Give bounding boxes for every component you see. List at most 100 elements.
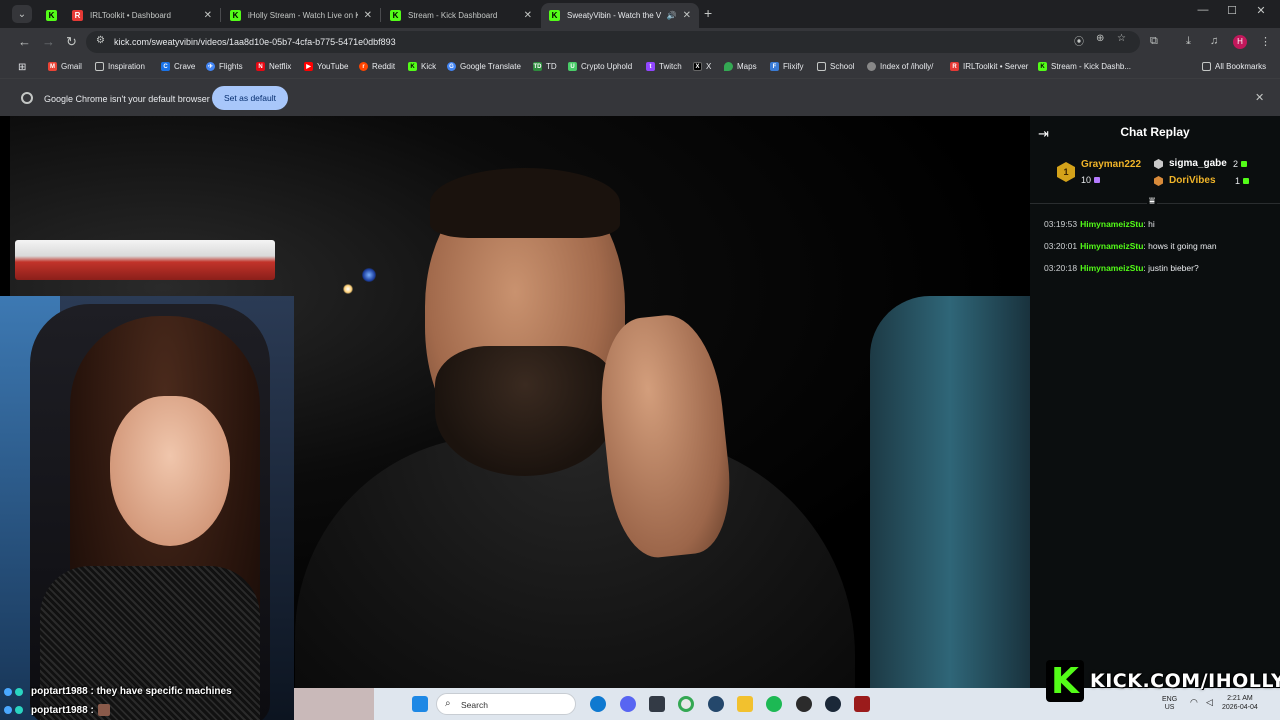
bookmark-school[interactable]: School bbox=[817, 62, 854, 71]
bookmark-google-translate[interactable]: G Google Translate bbox=[447, 62, 521, 71]
bookmark-inspiration[interactable]: Inspiration bbox=[95, 62, 145, 71]
steam-icon[interactable] bbox=[825, 696, 841, 712]
folder-icon bbox=[817, 62, 826, 71]
discord-icon[interactable] bbox=[620, 696, 636, 712]
kick-icon: K bbox=[46, 10, 57, 21]
back-arrow-icon[interactable]: ← bbox=[18, 34, 31, 49]
chat-replay-panel: ⇥ Chat Replay 1 Grayman222 10 sigma_gabe… bbox=[1030, 116, 1280, 688]
flights-icon: ✈ bbox=[206, 62, 215, 71]
leaderboard-first-count: 10 bbox=[1081, 175, 1101, 185]
close-tab-icon[interactable]: ✕ bbox=[683, 10, 691, 21]
all-bookmarks[interactable]: All Bookmarks bbox=[1202, 62, 1266, 71]
infobar-message: Google Chrome isn't your default browser bbox=[44, 94, 210, 104]
minimize-icon[interactable]: — bbox=[1193, 4, 1213, 16]
overlay-chat-line: poptart1988 : bbox=[4, 704, 110, 716]
bookmark-label: Kick bbox=[421, 62, 437, 71]
message-user[interactable]: HimynameizStu bbox=[1080, 263, 1143, 273]
overlay-chat-line: poptart1988 : they have specific machine… bbox=[4, 686, 232, 697]
bookmark-youtube[interactable]: ▶ YouTube bbox=[304, 62, 348, 71]
bookmark-crypto-uphold[interactable]: U Crypto Uphold bbox=[568, 62, 632, 71]
file-explorer-icon[interactable] bbox=[737, 696, 753, 712]
edge-icon[interactable] bbox=[590, 696, 606, 712]
tab-kick-dashboard[interactable]: K Stream - Kick Dashboard ✕ bbox=[382, 3, 540, 28]
close-tab-icon[interactable]: ✕ bbox=[364, 10, 372, 21]
close-icon[interactable]: ✕ bbox=[1255, 91, 1264, 104]
bookmark-td[interactable]: TD TD bbox=[533, 62, 557, 71]
tab-iholly-stream[interactable]: K iHolly Stream - Watch Live on K ✕ bbox=[222, 3, 380, 28]
translate-icon: G bbox=[447, 62, 456, 71]
extensions-icon[interactable]: ⧉ bbox=[1150, 35, 1158, 48]
speaker-icon[interactable]: 🔊 bbox=[667, 11, 677, 20]
message-user[interactable]: HimynameizStu bbox=[1080, 219, 1143, 229]
apps-grid-icon[interactable]: ⊞ bbox=[18, 62, 26, 73]
filter-icon[interactable]: ⩸ bbox=[1147, 196, 1158, 207]
site-info-icon[interactable]: ⚙ bbox=[96, 35, 105, 46]
obs-icon[interactable] bbox=[796, 696, 812, 712]
taskbar-search[interactable]: ⌕ Search bbox=[436, 693, 576, 715]
bookmark-gmail[interactable]: M Gmail bbox=[48, 62, 82, 71]
location-icon[interactable]: ⦿ bbox=[1074, 33, 1084, 48]
zoom-icon[interactable]: ⊕ bbox=[1096, 33, 1104, 44]
address-bar[interactable]: ⚙ kick.com/sweatyvibin/videos/1aa8d10e-0… bbox=[86, 31, 1140, 53]
tab-irltoolkit-dashboard[interactable]: R IRLToolkit • Dashboard ✕ bbox=[64, 3, 220, 28]
forward-arrow-icon[interactable]: → bbox=[42, 34, 55, 49]
bookmark-reddit[interactable]: r Reddit bbox=[359, 62, 395, 71]
bookmark-stream-kick-dashboard[interactable]: K Stream - Kick Dashb... bbox=[1038, 62, 1131, 71]
overlay-chat-user: poptart1988 bbox=[31, 686, 88, 697]
store-icon[interactable] bbox=[649, 696, 665, 712]
bookmark-netflix[interactable]: N Netflix bbox=[256, 62, 291, 71]
tab-search-button[interactable]: ⌄ bbox=[12, 5, 32, 23]
bookmark-star-icon[interactable]: ☆ bbox=[1117, 33, 1126, 44]
leaderboard-first-name[interactable]: Grayman222 bbox=[1081, 159, 1141, 170]
spotify-icon[interactable] bbox=[766, 696, 782, 712]
count: 2 bbox=[1233, 159, 1239, 169]
reload-icon[interactable]: ↻ bbox=[66, 34, 77, 50]
new-tab-button[interactable]: + bbox=[704, 5, 712, 21]
bookmark-crave[interactable]: C Crave bbox=[161, 62, 195, 71]
count: 1 bbox=[1235, 176, 1241, 186]
windows-start-icon[interactable] bbox=[412, 696, 428, 712]
badge-icon bbox=[15, 706, 23, 714]
tab-title: Stream - Kick Dashboard bbox=[408, 11, 498, 20]
app-icon[interactable] bbox=[854, 696, 870, 712]
car-seat bbox=[870, 296, 1030, 688]
netflix-icon: N bbox=[256, 62, 265, 71]
flixify-icon: F bbox=[770, 62, 779, 71]
profile-avatar[interactable]: H bbox=[1233, 35, 1247, 49]
download-icon[interactable]: ⤓ bbox=[1186, 35, 1191, 48]
bookmark-flixify[interactable]: F Flixify bbox=[770, 62, 803, 71]
tab-sweatyvibin[interactable]: K SweatyVibin - Watch the V 🔊 ✕ bbox=[541, 3, 699, 28]
leaderboard-second-name[interactable]: sigma_gabe bbox=[1169, 158, 1227, 169]
bookmark-kick[interactable]: K Kick bbox=[408, 62, 436, 71]
overlay-chat-user: poptart1988 bbox=[31, 704, 88, 716]
media-control-icon[interactable]: ♫ bbox=[1210, 35, 1218, 47]
bookmark-twitch[interactable]: t Twitch bbox=[646, 62, 682, 71]
bookmark-index-iholly[interactable]: Index of /iholly/ bbox=[867, 62, 933, 71]
badge-icon bbox=[4, 706, 12, 714]
maximize-icon[interactable]: ☐ bbox=[1222, 4, 1242, 17]
close-tab-icon[interactable]: ✕ bbox=[524, 10, 532, 21]
message-user[interactable]: HimynameizStu bbox=[1080, 241, 1143, 251]
leaderboard-third-name[interactable]: DoriVibes bbox=[1169, 175, 1216, 186]
set-as-default-button[interactable]: Set as default bbox=[212, 86, 288, 110]
bookmark-label: Flights bbox=[219, 62, 243, 71]
bookmark-x[interactable]: XX bbox=[693, 62, 711, 71]
overlay-chat-colon: : bbox=[87, 686, 97, 697]
chrome-icon[interactable] bbox=[678, 696, 694, 712]
tab-kick-pinned[interactable]: K bbox=[38, 3, 60, 28]
menu-kebab-icon[interactable]: ⋮ bbox=[1260, 35, 1271, 48]
vpn-icon[interactable] bbox=[708, 696, 724, 712]
folder-icon bbox=[1202, 62, 1211, 71]
bookmark-maps[interactable]: Maps bbox=[724, 62, 757, 71]
message-time: 03:20:18 bbox=[1044, 263, 1078, 273]
rank-1-badge: 1 bbox=[1057, 162, 1075, 182]
bookmark-label: Flixify bbox=[783, 62, 804, 71]
close-window-icon[interactable]: ✕ bbox=[1251, 4, 1271, 17]
tab-strip: ⌄ K R IRLToolkit • Dashboard ✕ K iHolly … bbox=[0, 0, 1280, 28]
bookmark-label: X bbox=[706, 62, 712, 71]
close-tab-icon[interactable]: ✕ bbox=[204, 10, 212, 21]
bookmark-irltoolkit-server[interactable]: R IRLToolkit • Server bbox=[950, 62, 1028, 71]
streamer-figure bbox=[295, 168, 855, 688]
bookmark-flights[interactable]: ✈ Flights bbox=[206, 62, 243, 71]
irltoolkit-icon: R bbox=[72, 10, 83, 21]
